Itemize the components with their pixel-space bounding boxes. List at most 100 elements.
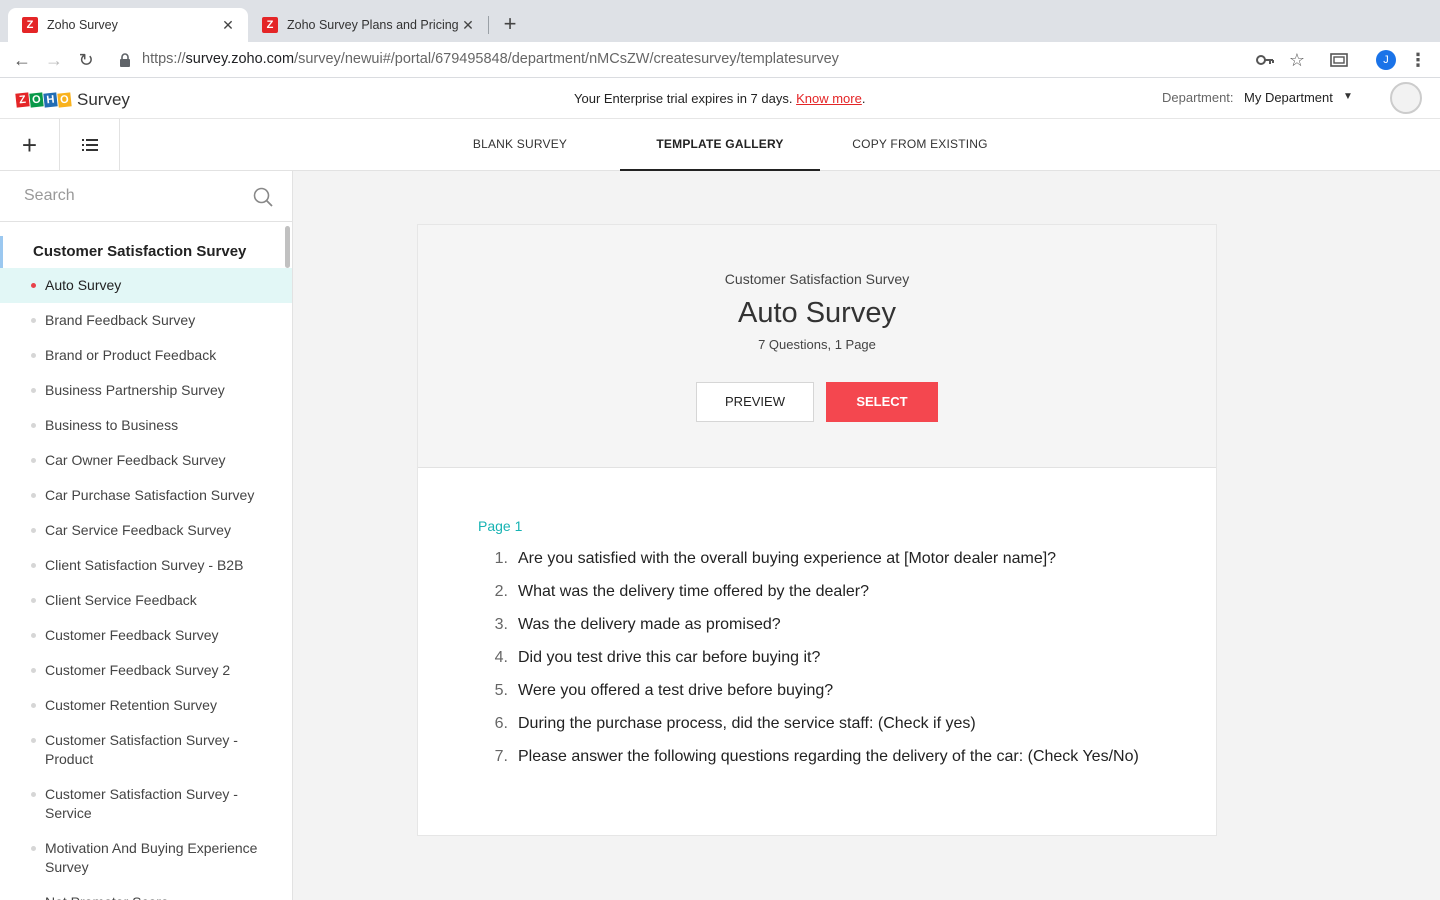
template-list-item[interactable]: Brand Feedback Survey	[0, 303, 292, 338]
search-input[interactable]	[24, 185, 244, 207]
reload-icon[interactable]: ↻	[74, 48, 98, 72]
url-host: survey.zoho.com	[185, 51, 295, 67]
tab-blank-survey[interactable]: BLANK SURVEY	[420, 119, 620, 171]
template-list-item-label: Customer Satisfaction Survey - Service	[45, 786, 238, 821]
question-text: During the purchase process, did the ser…	[518, 714, 976, 732]
question-number: 6.	[494, 714, 508, 732]
search-box	[0, 171, 292, 222]
app-header: Z O H O Survey Your Enterprise trial exp…	[0, 79, 1440, 119]
forward-arrow-icon[interactable]: →	[42, 48, 66, 72]
bookmark-star-icon[interactable]: ☆	[1285, 48, 1309, 72]
list-glyph	[81, 139, 98, 151]
know-more-link[interactable]: Know more	[796, 91, 862, 106]
plus-icon[interactable]: +	[0, 119, 60, 171]
template-card: Customer Satisfaction Survey Auto Survey…	[417, 224, 1217, 836]
select-button[interactable]: SELECT	[826, 382, 938, 422]
preview-button[interactable]: PREVIEW	[696, 382, 814, 422]
bullet-dot-icon	[31, 738, 36, 743]
bullet-dot-icon	[31, 528, 36, 533]
template-list-item-label: Client Satisfaction Survey - B2B	[45, 557, 244, 573]
template-list-item-label: Business to Business	[45, 417, 179, 433]
trial-banner: Your Enterprise trial expires in 7 days.…	[574, 91, 865, 106]
page-label: Page 1	[478, 518, 523, 534]
tab-copy-from-existing[interactable]: COPY FROM EXISTING	[820, 119, 1020, 171]
question-number: 1.	[494, 549, 508, 567]
cast-screen-icon[interactable]	[1330, 52, 1348, 68]
template-list-item[interactable]: Car Service Feedback Survey	[0, 513, 292, 548]
bullet-dot-icon	[31, 598, 36, 603]
template-list-item[interactable]: Client Satisfaction Survey - B2B	[0, 548, 292, 583]
search-icon[interactable]	[253, 187, 273, 207]
url-prefix: https://	[142, 51, 186, 67]
template-list-item[interactable]: Motivation And Buying Experience Survey	[0, 831, 292, 885]
template-list-item[interactable]: Car Purchase Satisfaction Survey	[0, 478, 292, 513]
template-list-item-label: Brand or Product Feedback	[45, 347, 217, 363]
new-tab-plus-icon[interactable]: +	[498, 12, 522, 36]
user-avatar[interactable]	[1390, 82, 1422, 114]
template-list: Auto Survey Brand Feedback Survey Brand or…	[0, 268, 292, 900]
question-text: Are you satisfied with the overall buyin…	[518, 549, 1057, 567]
template-sidebar: Customer Satisfaction Survey Auto Survey…	[0, 171, 293, 900]
template-list-item-label: Customer Retention Survey	[45, 697, 217, 713]
template-list-item-label: Customer Feedback Survey 2	[45, 662, 231, 678]
close-tab-icon[interactable]: ✕	[460, 17, 476, 34]
trial-period: .	[861, 91, 866, 106]
template-list-item-label: Customer Satisfaction Survey - Product	[45, 732, 238, 767]
template-list-item[interactable]: Business to Business	[0, 408, 292, 443]
template-list-item[interactable]: Car Owner Feedback Survey	[0, 443, 292, 478]
logo-letter: Z	[15, 92, 30, 108]
tab-template-gallery[interactable]: TEMPLATE GALLERY	[620, 119, 820, 171]
list-icon[interactable]	[60, 119, 120, 171]
logo-letter: H	[43, 92, 58, 108]
zoho-survey-logo[interactable]: Z O H O Survey	[15, 90, 130, 110]
sidebar-scrollbar[interactable]	[285, 226, 290, 268]
browser-profile-avatar[interactable]: J	[1376, 50, 1396, 70]
tab-title: Zoho Survey Plans and Pricing	[287, 18, 459, 32]
question-number: 5.	[494, 681, 508, 699]
survey-create-nav: + BLANK SURVEY TEMPLATE GALLERY COPY FRO…	[0, 119, 1440, 171]
template-list-item[interactable]: Customer Feedback Survey 2	[0, 653, 292, 688]
template-list-item[interactable]: Brand or Product Feedback	[0, 338, 292, 373]
logo-letter: O	[29, 92, 44, 108]
template-list-item[interactable]: Auto Survey	[0, 268, 292, 303]
category-heading[interactable]: Customer Satisfaction Survey	[0, 236, 285, 268]
template-list-item[interactable]: Business Partnership Survey	[0, 373, 292, 408]
template-list-item[interactable]: Client Service Feedback	[0, 583, 292, 618]
template-list-item[interactable]: Net Promoter Score	[0, 885, 292, 900]
question-item: 2. What was the delivery time offered by …	[478, 575, 1198, 608]
key-icon[interactable]	[1256, 53, 1274, 67]
template-list-item[interactable]: Customer Satisfaction Survey - Service	[0, 777, 292, 831]
caret-down-icon[interactable]: ▼	[1343, 91, 1353, 102]
tab-title: Zoho Survey	[47, 18, 118, 32]
template-list-item-label: Client Service Feedback	[45, 592, 197, 608]
bullet-dot-icon	[31, 493, 36, 498]
question-text: Was the delivery made as promised?	[518, 615, 781, 633]
question-number: 3.	[494, 615, 508, 633]
bullet-dot-icon	[31, 563, 36, 568]
question-text: What was the delivery time offered by th…	[518, 582, 869, 600]
template-category: Customer Satisfaction Survey	[724, 271, 910, 287]
bullet-dot-icon	[31, 318, 36, 323]
template-list-item[interactable]: Customer Feedback Survey	[0, 618, 292, 653]
bullet-dot-icon	[31, 283, 36, 288]
browser-tab-pricing[interactable]: Z Zoho Survey Plans and Pricing ✕	[248, 8, 488, 42]
template-list-item[interactable]: Customer Satisfaction Survey - Product	[0, 723, 292, 777]
department-dropdown[interactable]: My Department	[1244, 90, 1333, 105]
lock-icon	[120, 53, 130, 67]
template-list-item[interactable]: Customer Retention Survey	[0, 688, 292, 723]
back-arrow-icon[interactable]: ←	[10, 48, 34, 72]
template-list-item-label: Business Partnership Survey	[45, 382, 225, 398]
product-name: Survey	[77, 90, 130, 109]
template-list-item-label: Car Purchase Satisfaction Survey	[45, 487, 255, 503]
question-item: 7. Please answer the following questions …	[478, 740, 1198, 773]
logo-letter: O	[57, 92, 72, 108]
close-tab-icon[interactable]: ✕	[220, 17, 236, 34]
bullet-dot-icon	[31, 633, 36, 638]
address-bar[interactable]: https://survey.zoho.com/survey/newui#/po…	[142, 51, 839, 67]
browser-tab-zoho-survey[interactable]: Z Zoho Survey ✕	[8, 8, 248, 42]
question-number: 2.	[494, 582, 508, 600]
browser-toolbar: ← → ↻ https://survey.zoho.com/survey/new…	[0, 42, 1440, 78]
template-list-item-label: Brand Feedback Survey	[45, 312, 196, 328]
browser-menu-icon[interactable]: ⋮	[1406, 48, 1430, 72]
template-preview-area: Customer Satisfaction Survey Auto Survey…	[293, 171, 1440, 900]
